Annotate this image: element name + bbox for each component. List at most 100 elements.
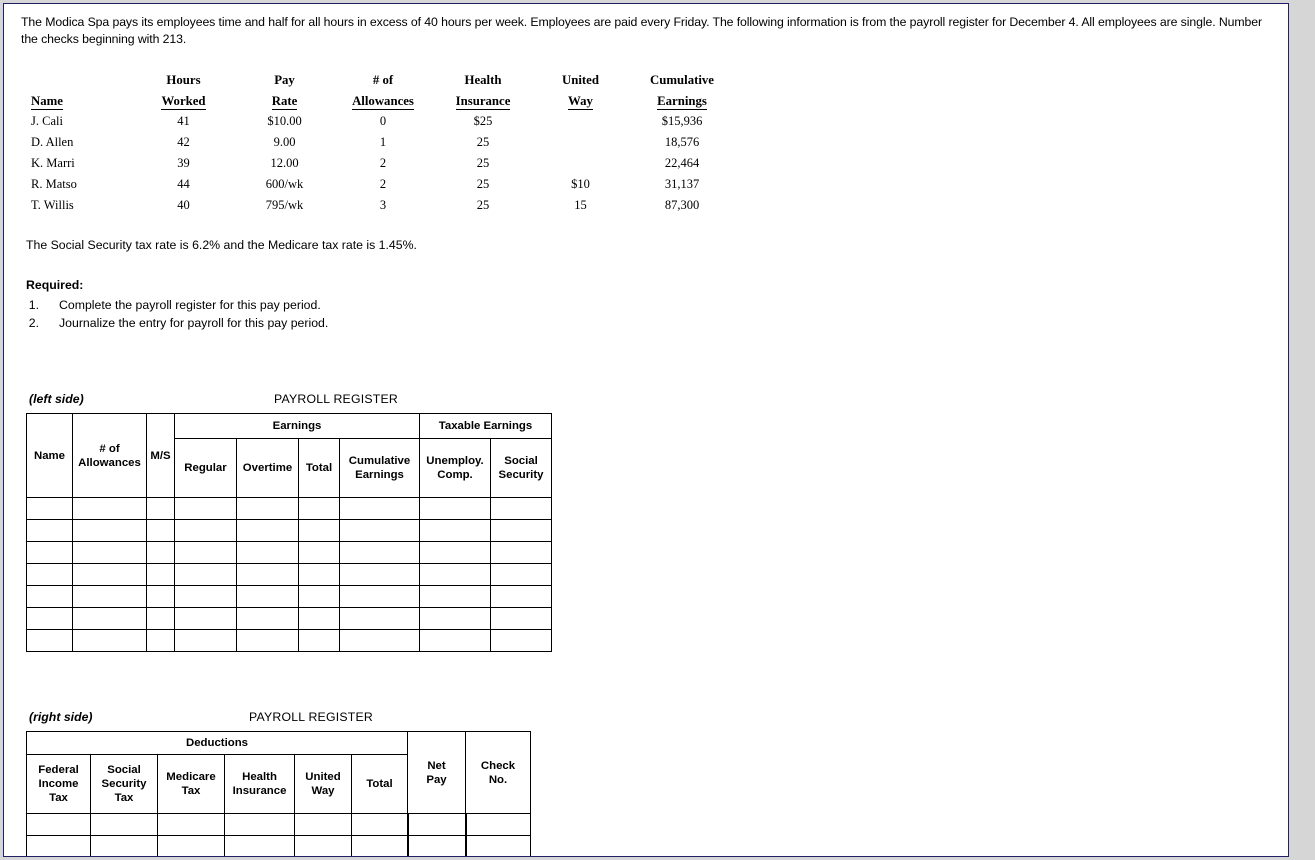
emp-rate: 12.00: [270, 156, 299, 170]
right-col-medicare-tax: Medicare Tax: [157, 754, 225, 814]
cell-regular[interactable]: [174, 519, 237, 542]
cell-social-security[interactable]: [490, 541, 552, 564]
cell-regular[interactable]: [174, 497, 237, 520]
cell-ms[interactable]: [146, 585, 175, 608]
cell-name[interactable]: [26, 607, 73, 630]
cell-allowances[interactable]: [72, 519, 147, 542]
cell-overtime[interactable]: [236, 607, 299, 630]
cell-check-no[interactable]: [464, 835, 531, 856]
cell-ms[interactable]: [146, 519, 175, 542]
cell-regular[interactable]: [174, 607, 237, 630]
cell-net-pay[interactable]: [406, 835, 466, 856]
cell-allowances[interactable]: [72, 563, 147, 586]
table-row[interactable]: [26, 497, 552, 520]
cell-total[interactable]: [298, 607, 340, 630]
cell-social-security[interactable]: [490, 497, 552, 520]
cell-ms[interactable]: [146, 541, 175, 564]
cell-united-way[interactable]: [294, 835, 352, 856]
cell-cumulative-earnings[interactable]: [339, 629, 420, 652]
cell-united-way[interactable]: [294, 813, 352, 836]
emp-hours: 44: [177, 177, 190, 191]
emp-rate: 9.00: [273, 135, 296, 149]
cell-check-no[interactable]: [464, 813, 531, 836]
cell-social-security[interactable]: [490, 563, 552, 586]
cell-social-security[interactable]: [490, 519, 552, 542]
cell-overtime[interactable]: [236, 629, 299, 652]
cell-social-security-tax[interactable]: [90, 835, 158, 856]
cell-total[interactable]: [351, 813, 408, 836]
table-row: J. Cali 41 $10.00 0 $25 $15,936: [28, 111, 736, 132]
cell-federal-income-tax[interactable]: [26, 813, 91, 836]
cell-social-security-tax[interactable]: [90, 813, 158, 836]
cell-health-insurance[interactable]: [224, 835, 295, 856]
cell-ms[interactable]: [146, 563, 175, 586]
cell-cumulative-earnings[interactable]: [339, 563, 420, 586]
cell-total[interactable]: [298, 497, 340, 520]
cell-overtime[interactable]: [236, 563, 299, 586]
cell-medicare-tax[interactable]: [157, 835, 225, 856]
cell-name[interactable]: [26, 519, 73, 542]
cell-overtime[interactable]: [236, 519, 299, 542]
cell-health-insurance[interactable]: [224, 813, 295, 836]
cell-total[interactable]: [298, 519, 340, 542]
cell-allowances[interactable]: [72, 497, 147, 520]
cell-ms[interactable]: [146, 607, 175, 630]
cell-allowances[interactable]: [72, 585, 147, 608]
cell-name[interactable]: [26, 629, 73, 652]
cell-social-security[interactable]: [490, 629, 552, 652]
table-row[interactable]: [26, 541, 552, 564]
cell-regular[interactable]: [174, 541, 237, 564]
cell-net-pay[interactable]: [406, 813, 466, 836]
cell-total[interactable]: [298, 541, 340, 564]
cell-unemployment-comp[interactable]: [419, 563, 491, 586]
cell-total[interactable]: [298, 585, 340, 608]
table-row[interactable]: [26, 629, 552, 652]
cell-overtime[interactable]: [236, 585, 299, 608]
cell-cumulative-earnings[interactable]: [339, 585, 420, 608]
table-row[interactable]: [26, 585, 552, 608]
cell-federal-income-tax[interactable]: [26, 835, 91, 856]
cell-social-security[interactable]: [490, 585, 552, 608]
cell-unemployment-comp[interactable]: [419, 519, 491, 542]
cell-social-security[interactable]: [490, 607, 552, 630]
cell-cumulative-earnings[interactable]: [339, 607, 420, 630]
table-row[interactable]: [26, 813, 531, 836]
cell-unemployment-comp[interactable]: [419, 497, 491, 520]
cell-total[interactable]: [298, 629, 340, 652]
emp-header-row-2: Name Worked Rate Allowances Insurance Wa…: [28, 89, 736, 111]
cell-overtime[interactable]: [236, 541, 299, 564]
cell-name[interactable]: [26, 497, 73, 520]
cell-ms[interactable]: [146, 629, 175, 652]
emp-rate: 600/wk: [265, 177, 304, 191]
cell-regular[interactable]: [174, 563, 237, 586]
cell-unemployment-comp[interactable]: [419, 607, 491, 630]
emp-h2-allow: Allowances: [352, 94, 414, 110]
cell-cumulative-earnings[interactable]: [339, 519, 420, 542]
table-row[interactable]: [26, 835, 531, 856]
cell-total[interactable]: [351, 835, 408, 856]
table-row[interactable]: [26, 519, 552, 542]
cell-medicare-tax[interactable]: [157, 813, 225, 836]
table-row[interactable]: [26, 607, 552, 630]
emp-header-row-1: Hours Pay # of Health United Cumulative: [28, 67, 736, 89]
cell-overtime[interactable]: [236, 497, 299, 520]
cell-regular[interactable]: [174, 585, 237, 608]
cell-regular[interactable]: [174, 629, 237, 652]
cell-allowances[interactable]: [72, 629, 147, 652]
left-col-overtime: Overtime: [236, 438, 299, 498]
cell-unemployment-comp[interactable]: [419, 629, 491, 652]
left-col-allowances: # of Allowances: [72, 413, 147, 498]
cell-name[interactable]: [26, 541, 73, 564]
cell-ms[interactable]: [146, 497, 175, 520]
cell-unemployment-comp[interactable]: [419, 585, 491, 608]
cell-name[interactable]: [26, 585, 73, 608]
table-row[interactable]: [26, 563, 552, 586]
cell-unemployment-comp[interactable]: [419, 541, 491, 564]
cell-name[interactable]: [26, 563, 73, 586]
emp-name: J. Cali: [31, 114, 63, 128]
cell-total[interactable]: [298, 563, 340, 586]
cell-allowances[interactable]: [72, 541, 147, 564]
cell-allowances[interactable]: [72, 607, 147, 630]
cell-cumulative-earnings[interactable]: [339, 541, 420, 564]
cell-cumulative-earnings[interactable]: [339, 497, 420, 520]
